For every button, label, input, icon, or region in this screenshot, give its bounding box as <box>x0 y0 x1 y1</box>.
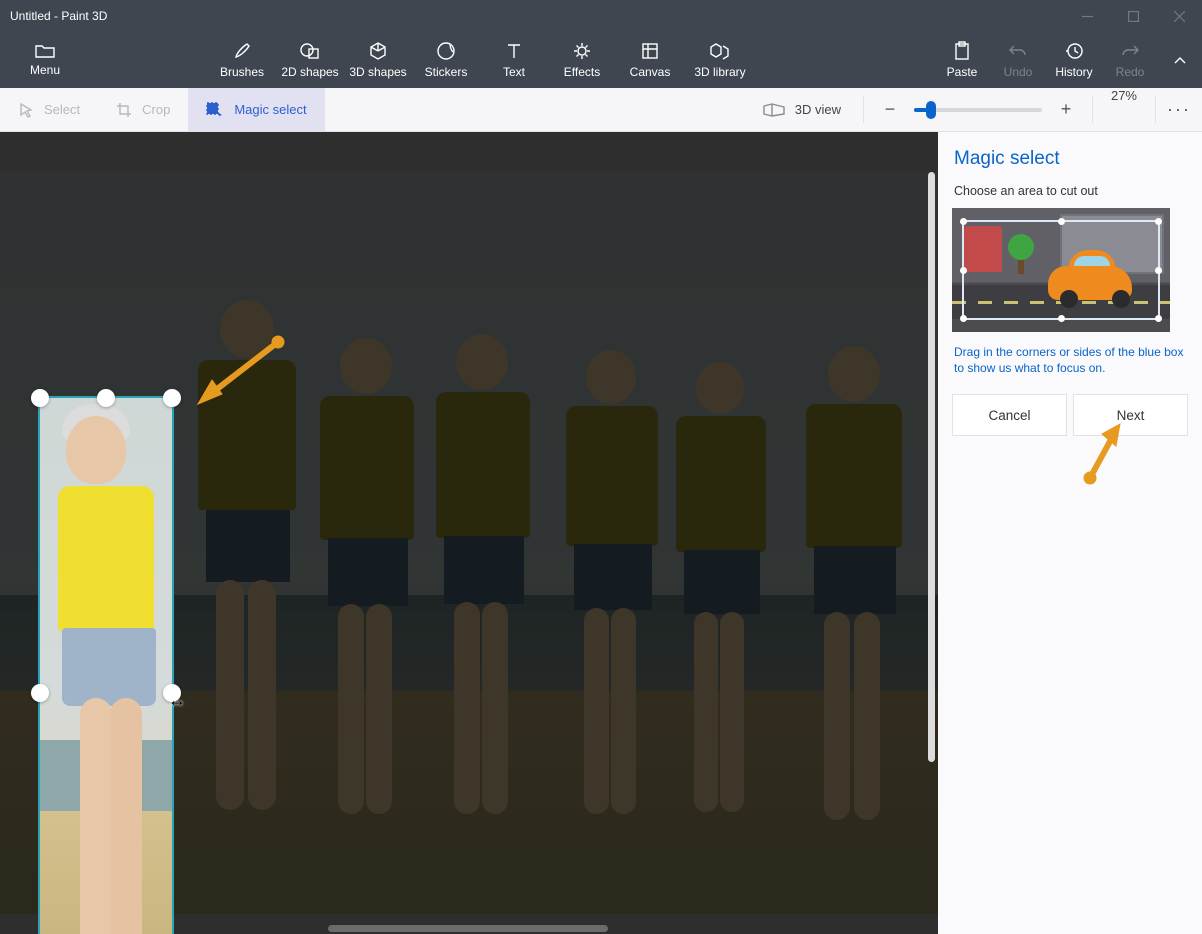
tab-3d-shapes[interactable]: 3D shapes <box>344 32 412 88</box>
3d-view-label: 3D view <box>795 102 841 117</box>
tab-canvas[interactable]: Canvas <box>616 32 684 88</box>
selection-handle-top-right[interactable] <box>163 389 181 407</box>
tab-stickers[interactable]: Stickers <box>412 32 480 88</box>
window-title: Untitled - Paint 3D <box>10 9 107 23</box>
canvas-icon <box>640 41 660 61</box>
magic-select-tool-label: Magic select <box>234 102 306 117</box>
sub-toolbar: Select Crop Magic select 3D view − + 27%… <box>0 88 1202 132</box>
undo-button[interactable]: Undo <box>990 32 1046 88</box>
tab-text[interactable]: Text <box>480 32 548 88</box>
panel-title: Magic select <box>954 148 1188 170</box>
window-close-button[interactable] <box>1156 0 1202 32</box>
undo-icon <box>1008 41 1028 61</box>
history-label: History <box>1055 65 1092 79</box>
resize-cursor-icon: ↔ <box>168 690 186 711</box>
window-maximize-button[interactable] <box>1110 0 1156 32</box>
expand-ribbon-button[interactable] <box>1158 32 1202 88</box>
paste-label: Paste <box>947 65 978 79</box>
selection-handle-top-mid[interactable] <box>97 389 115 407</box>
zoom-percent[interactable]: 27% <box>1093 88 1155 131</box>
canvas-horizontal-scrollbar[interactable] <box>328 925 608 932</box>
paste-icon <box>953 41 971 61</box>
canvas-vertical-scrollbar[interactable] <box>928 172 935 762</box>
history-icon <box>1064 41 1084 61</box>
cancel-button-label: Cancel <box>988 408 1030 423</box>
annotation-arrow-2 <box>1080 420 1130 490</box>
tab-stickers-label: Stickers <box>425 65 468 79</box>
panel-hint-choose-area: Choose an area to cut out <box>954 184 1188 198</box>
folder-icon <box>35 43 55 59</box>
annotation-arrow-1 <box>190 332 290 412</box>
ribbon: Menu Brushes 2D shapes 3D shapes Sticker… <box>0 32 1202 88</box>
selection-handle-mid-left[interactable] <box>31 684 49 702</box>
tab-2d-shapes[interactable]: 2D shapes <box>276 32 344 88</box>
tab-canvas-label: Canvas <box>630 65 671 79</box>
window-minimize-button[interactable] <box>1064 0 1110 32</box>
selection-box[interactable] <box>38 396 174 934</box>
zoom-slider-thumb[interactable] <box>926 101 936 119</box>
tab-effects[interactable]: Effects <box>548 32 616 88</box>
titlebar: Untitled - Paint 3D <box>0 0 1202 32</box>
shapes2d-icon <box>300 41 320 61</box>
select-tool[interactable]: Select <box>0 88 98 131</box>
history-button[interactable]: History <box>1046 32 1102 88</box>
tab-3d-library-label: 3D library <box>694 65 745 79</box>
menu-label: Menu <box>30 63 60 77</box>
view3d-icon <box>763 102 785 118</box>
chevron-up-icon <box>1172 52 1188 68</box>
side-panel: Magic select Choose an area to cut out D… <box>938 132 1202 934</box>
canvas-area[interactable]: ↔ <box>0 132 938 934</box>
library3d-icon <box>710 41 730 61</box>
zoom-slider[interactable] <box>914 108 1042 112</box>
magic-select-tool[interactable]: Magic select <box>188 88 324 131</box>
select-tool-label: Select <box>44 102 80 117</box>
redo-icon <box>1120 41 1140 61</box>
example-illustration <box>952 208 1170 332</box>
3d-view-toggle[interactable]: 3D view <box>741 88 863 131</box>
tab-2d-shapes-label: 2D shapes <box>281 65 338 79</box>
zoom-out-button[interactable]: − <box>880 100 900 120</box>
menu-button[interactable]: Menu <box>0 32 90 88</box>
tab-3d-library[interactable]: 3D library <box>684 32 756 88</box>
crop-tool-label: Crop <box>142 102 170 117</box>
crop-tool[interactable]: Crop <box>98 88 188 131</box>
effects-icon <box>572 41 592 61</box>
tab-text-label: Text <box>503 65 525 79</box>
cursor-icon <box>18 102 34 118</box>
tab-effects-label: Effects <box>564 65 600 79</box>
zoom-control: − + <box>864 88 1092 131</box>
stickers-icon <box>436 41 456 61</box>
crop-icon <box>116 102 132 118</box>
tab-3d-shapes-label: 3D shapes <box>349 65 406 79</box>
brush-icon <box>232 41 252 61</box>
undo-label: Undo <box>1004 65 1033 79</box>
panel-hint-drag: Drag in the corners or sides of the blue… <box>954 344 1186 376</box>
paste-button[interactable]: Paste <box>934 32 990 88</box>
redo-button[interactable]: Redo <box>1102 32 1158 88</box>
redo-label: Redo <box>1116 65 1145 79</box>
text-icon <box>504 41 524 61</box>
zoom-in-button[interactable]: + <box>1056 100 1076 120</box>
cancel-button[interactable]: Cancel <box>952 394 1067 436</box>
more-options-button[interactable]: ··· <box>1156 88 1202 131</box>
selection-handle-top-left[interactable] <box>31 389 49 407</box>
magic-select-icon <box>206 102 224 118</box>
tab-brushes-label: Brushes <box>220 65 264 79</box>
tab-brushes[interactable]: Brushes <box>208 32 276 88</box>
shapes3d-icon <box>368 41 388 61</box>
